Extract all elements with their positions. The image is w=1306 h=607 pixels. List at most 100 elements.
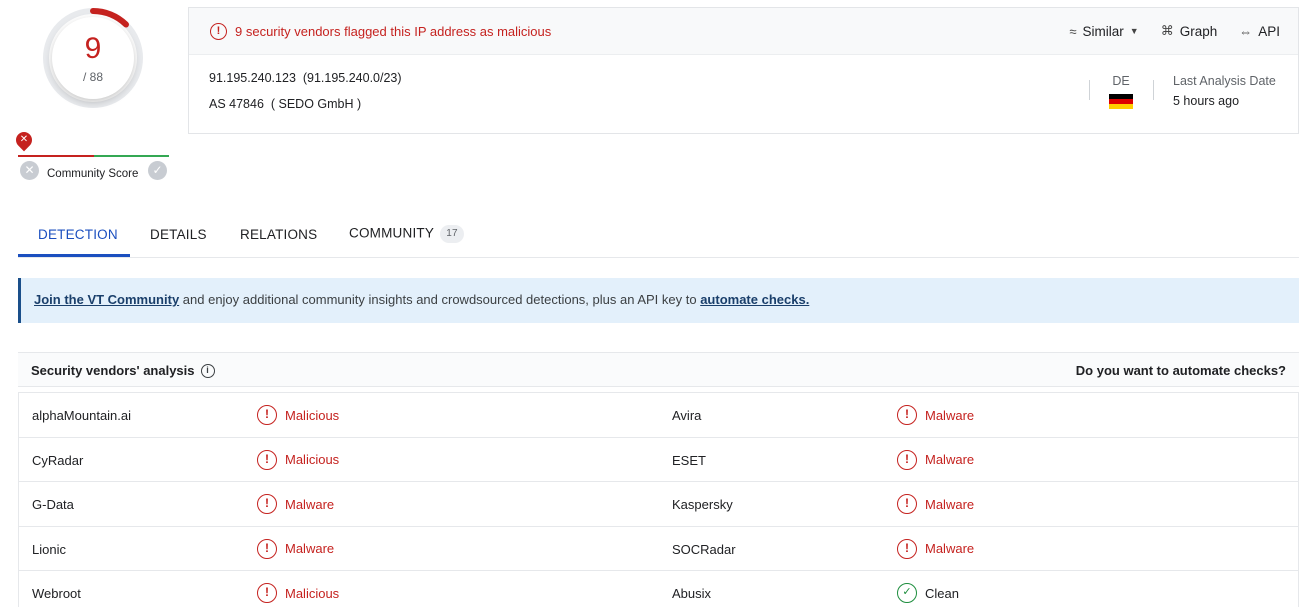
verdict: ! Malware [897,449,975,470]
info-icon[interactable]: i [200,363,215,378]
card-actions: ≈ Similar ▼ ⌘ Graph ⇔ API [1069,23,1280,39]
table-row: Lionic! Malware SOCRadar! Malware [19,527,1298,571]
verdict: ✓ Clean [897,583,959,603]
community-score-label: Community Score [47,168,139,180]
api-label: API [1258,23,1280,39]
vendors-table: alphaMountain.ai! Malicious Avira! Malware C… [18,392,1299,607]
tab-community[interactable]: COMMUNITY 17 [349,225,465,243]
caret-down-icon: ▼ [1129,26,1139,36]
table-row: Webroot! Malicious Abusix ✓ Clean [19,571,1298,607]
active-tab-indicator [18,254,130,257]
alert-text: 9 security vendors flagged this IP addre… [235,24,552,39]
vendor-name: Kaspersky [672,497,733,512]
verdict-label: Malware [285,496,335,512]
vendors-analysis-label: Security vendors' analysis [31,363,195,378]
alert-circle-icon: ! [897,494,917,514]
verdict-label: Malware [925,452,975,467]
ip-network: (91.195.240.0/23) [302,71,402,85]
vendor-total: / 88 [82,70,103,84]
alert-circle-icon: ! [210,23,227,40]
verdict-label: Malware [925,541,975,556]
api-icon: ⇔ [1239,23,1253,39]
tab-detection[interactable]: DETECTION [38,227,118,242]
vote-harmful-button[interactable]: ✕ [20,161,39,180]
germany-flag-icon [1109,94,1133,109]
verdict: ! Malware [897,538,975,559]
vendor-name: Avira [672,408,702,423]
vendor-name: Webroot [32,586,81,601]
ip-address-line: 91.195.240.123 (91.195.240.0/23) [209,71,402,85]
api-button[interactable]: ⇔ API [1239,23,1280,39]
verdict-label: Malware [925,496,975,512]
verdict: ! Malware [897,494,974,514]
vendor-name: SOCRadar [672,541,736,557]
alert-circle-icon: ! [897,449,917,470]
alert-circle-icon: ! [897,538,917,559]
join-community-link[interactable]: Join the VT Community [34,292,179,307]
ip-address[interactable]: 91.195.240.123 [209,71,296,85]
verdict: ! Malicious [257,449,340,470]
check-icon: ✓ [152,163,163,177]
divider [1153,80,1154,100]
automate-checks-link[interactable]: automate checks. [700,292,809,307]
as-number: AS 47846 [209,97,264,111]
alert-circle-icon: ! [257,538,277,559]
vendors-analysis-header: Security vendors' analysis i Do you want… [18,352,1299,387]
tab-community-label: COMMUNITY [349,225,435,241]
verdict: ! Malware [257,494,334,514]
ip-summary-card: ! 9 security vendors flagged this IP add… [188,7,1299,134]
verdict-label: Malware [285,541,335,556]
tab-relations[interactable]: RELATIONS [240,227,317,242]
community-score-negative-bar [18,155,94,157]
alert-circle-icon: ! [257,583,277,603]
verdict-label: Malware [925,407,975,423]
graph-label: Graph [1179,23,1218,39]
table-row: CyRadar! Malicious ESET! Malware [19,438,1298,482]
vendor-name: Lionic [32,541,66,557]
vendor-name: ESET [672,452,706,468]
verdict-label: Clean [925,585,959,601]
table-row: G-Data! Malware Kaspersky! Malware [19,482,1298,527]
report-tabs: DETECTION DETAILS RELATIONS COMMUNITY 17 [18,212,1299,258]
graph-button[interactable]: ⌘ Graph [1161,23,1218,39]
vendor-name: CyRadar [32,452,84,468]
card-header: ! 9 security vendors flagged this IP add… [189,8,1298,55]
verdict: ! Malicious [257,583,339,603]
x-icon: ✕ [24,163,35,177]
vendor-name: alphaMountain.ai [32,408,132,423]
vendor-name: G-Data [32,497,74,512]
similar-icon: ≈ [1069,23,1077,39]
verdict-label: Malicious [285,407,340,423]
community-count-badge: 17 [440,225,465,243]
check-circle-icon: ✓ [897,583,917,603]
last-analysis-value: 5 hours ago [1173,94,1240,108]
verdict: ! Malware [897,405,974,425]
verdict: ! Malicious [257,405,339,425]
community-score: ✕ ✕ Community Score ✓ [12,128,172,184]
score-center: 9 / 88 [52,17,134,99]
last-analysis-label: Last Analysis Date [1173,74,1276,88]
similar-label: Similar [1082,23,1124,39]
verdict-label: Malicious [285,452,340,467]
community-score-marker: ✕ [12,128,36,152]
community-score-positive-bar [94,155,169,157]
verdict-label: Malicious [285,585,340,601]
alert-circle-icon: ! [897,405,917,425]
divider [1089,80,1090,100]
country-code: DE [1112,74,1130,88]
alert-circle-icon: ! [257,494,277,514]
tab-details[interactable]: DETAILS [150,227,207,242]
alert-circle-icon: ! [257,449,277,470]
detection-count: 9 [84,32,102,65]
banner-text: and enjoy additional community insights … [179,292,701,307]
detection-score-dial: 9 / 88 [42,7,144,109]
as-owner: ( SEDO GmbH ) [270,97,362,111]
verdict: ! Malware [257,538,335,559]
similar-button[interactable]: ≈ Similar ▼ [1069,23,1138,39]
malicious-alert: ! 9 security vendors flagged this IP add… [210,23,551,40]
alert-circle-icon: ! [257,405,277,425]
vendors-analysis-title: Security vendors' analysis i [31,363,215,378]
automate-checks-prompt[interactable]: Do you want to automate checks? [1076,363,1286,378]
vote-harmless-button[interactable]: ✓ [148,161,167,180]
x-icon: ✕ [19,134,29,145]
